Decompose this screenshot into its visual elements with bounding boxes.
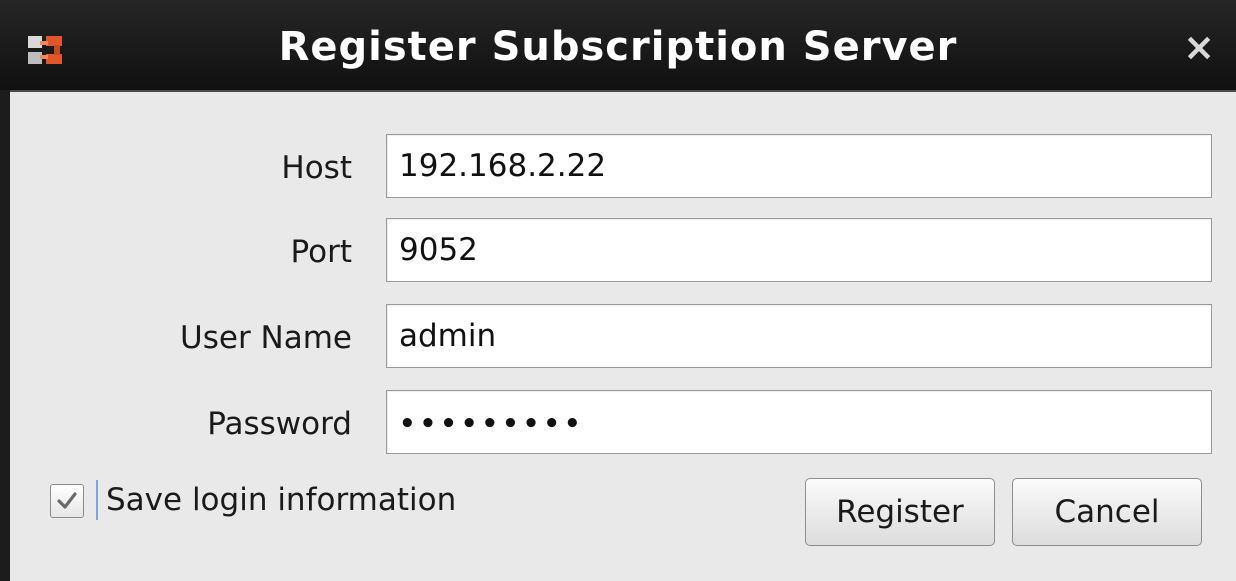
host-input[interactable]: 192.168.2.22 [386,134,1212,198]
username-input[interactable]: admin [386,304,1212,368]
port-label: Port [290,234,352,270]
host-label: Host [281,150,352,186]
host-value: 192.168.2.22 [399,148,607,184]
password-label: Password [207,406,352,442]
username-label: User Name [180,320,352,356]
cancel-button[interactable]: Cancel [1012,478,1202,546]
register-button[interactable]: Register [805,478,995,546]
port-label-container: Port [20,220,352,284]
checkmark-icon [57,492,77,509]
save-login-checkbox[interactable] [50,484,84,518]
register-dialog: Register Subscription Server × Host 192.… [0,0,1236,581]
close-icon[interactable]: × [1182,28,1216,66]
username-value: admin [399,318,497,354]
save-login-label[interactable]: Save login information [106,478,456,522]
dialog-title: Register Subscription Server [278,24,958,70]
password-label-container: Password [20,392,352,456]
password-input[interactable]: ••••••••• [386,390,1212,454]
host-label-container: Host [20,136,352,200]
port-value: 9052 [399,232,478,268]
port-input[interactable]: 9052 [386,218,1212,282]
username-label-container: User Name [20,306,352,370]
password-value: ••••••••• [399,409,585,439]
focus-indicator [96,480,98,520]
title-bar[interactable]: Register Subscription Server × [0,0,1236,90]
